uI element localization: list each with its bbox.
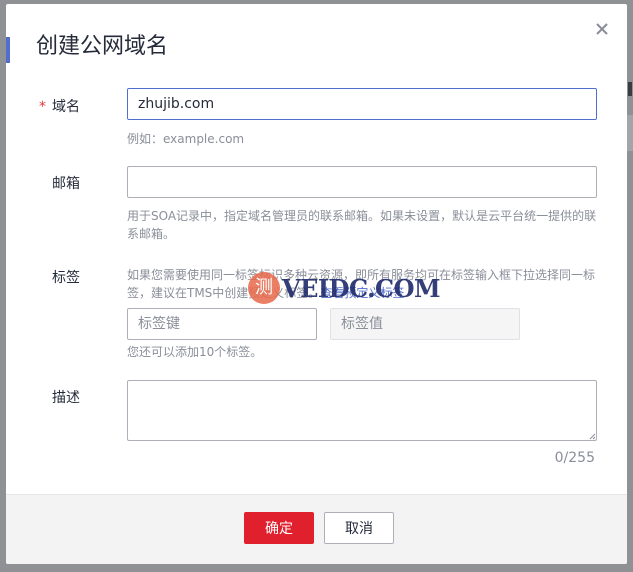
domain-hint: 例如：example.com: [127, 132, 245, 146]
email-input[interactable]: [127, 166, 597, 198]
domain-label: 域名: [52, 99, 80, 115]
create-public-domain-dialog: 创建公网域名 * 域名 例如：example.com 邮箱 用于SOA记录中，指…: [6, 4, 627, 564]
required-mark: *: [39, 99, 46, 115]
domain-input[interactable]: [127, 88, 597, 120]
predefined-tags-link[interactable]: 查看预定义标签: [320, 286, 404, 300]
title-accent-bar: [6, 37, 10, 63]
description-textarea[interactable]: [127, 380, 597, 441]
confirm-button[interactable]: 确定: [244, 512, 314, 544]
description-char-counter: 0/255: [554, 450, 595, 466]
email-label: 邮箱: [52, 176, 80, 192]
email-hint: 用于SOA记录中，指定域名管理员的联系邮箱。如果未设置，默认是云平台统一提供的联…: [127, 209, 597, 241]
tags-hint-line1: 如果您需要使用同一标签标识多种云资源，即所有服务均可在标签输入框下拉选择同一标: [127, 268, 596, 282]
tags-hint: 如果您需要使用同一标签标识多种云资源，即所有服务均可在标签输入框下拉选择同一标 …: [127, 266, 599, 302]
tags-label: 标签: [52, 270, 80, 286]
tags-hint-line2: 签，建议在TMS中创建预定义标签。查看预定义标签: [127, 284, 599, 302]
dialog-title: 创建公网域名: [36, 34, 169, 59]
tag-key-input[interactable]: [127, 308, 317, 340]
tags-remaining-hint: 您还可以添加10个标签。: [127, 345, 263, 359]
description-label: 描述: [52, 390, 80, 406]
resize-grip-icon[interactable]: [589, 433, 596, 440]
close-icon: [596, 23, 608, 35]
tag-value-input[interactable]: [330, 308, 520, 340]
backdrop-text-fragment: [628, 82, 632, 96]
tags-hint-line2-text: 签，建议在TMS中创建预定义标签。: [127, 286, 321, 300]
dialog-footer: 确定 取消: [6, 494, 627, 564]
cancel-button[interactable]: 取消: [324, 512, 394, 544]
close-button[interactable]: [593, 20, 611, 38]
